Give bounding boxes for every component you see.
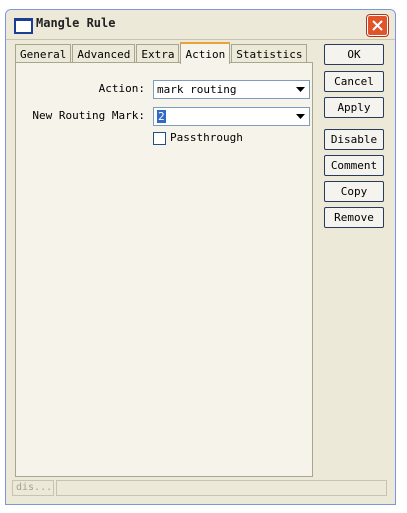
title-bar[interactable]: Mangle Rule xyxy=(6,10,395,40)
chevron-down-icon[interactable] xyxy=(292,108,309,125)
action-select-value: mark routing xyxy=(157,83,237,96)
action-tab-panel: Action: mark routing New Routing Mark: 2… xyxy=(15,62,313,477)
ok-button[interactable]: OK xyxy=(324,44,384,65)
close-button[interactable] xyxy=(367,15,388,36)
status-cell-empty xyxy=(56,480,387,496)
passthrough-label: Passthrough xyxy=(170,131,243,144)
tab-statistics[interactable]: Statistics xyxy=(231,44,308,63)
routing-mark-label: New Routing Mark: xyxy=(32,109,145,122)
remove-button[interactable]: Remove xyxy=(324,207,384,228)
passthrough-checkbox[interactable] xyxy=(153,132,166,145)
mangle-rule-window: Mangle Rule General Advanced Extra Actio… xyxy=(5,9,396,505)
disable-button[interactable]: Disable xyxy=(324,129,384,150)
tab-extra[interactable]: Extra xyxy=(136,44,180,63)
window-icon xyxy=(14,18,33,34)
window-title: Mangle Rule xyxy=(36,16,116,30)
chevron-down-icon[interactable] xyxy=(292,81,309,98)
tab-advanced[interactable]: Advanced xyxy=(72,44,136,63)
routing-mark-value: 2 xyxy=(157,110,166,123)
status-bar: dis... xyxy=(12,480,391,496)
apply-button[interactable]: Apply xyxy=(324,97,384,118)
tab-strip: General Advanced Extra Action Statistics xyxy=(15,42,308,64)
action-label: Action: xyxy=(98,82,145,95)
routing-mark-input[interactable]: 2 xyxy=(153,107,310,126)
action-select[interactable]: mark routing xyxy=(153,80,310,99)
close-icon xyxy=(372,20,383,31)
status-text: dis... xyxy=(12,480,54,496)
tab-general[interactable]: General xyxy=(15,44,72,63)
tab-action[interactable]: Action xyxy=(180,42,231,64)
copy-button[interactable]: Copy xyxy=(324,181,384,202)
cancel-button[interactable]: Cancel xyxy=(324,71,384,92)
comment-button[interactable]: Comment xyxy=(324,155,384,176)
